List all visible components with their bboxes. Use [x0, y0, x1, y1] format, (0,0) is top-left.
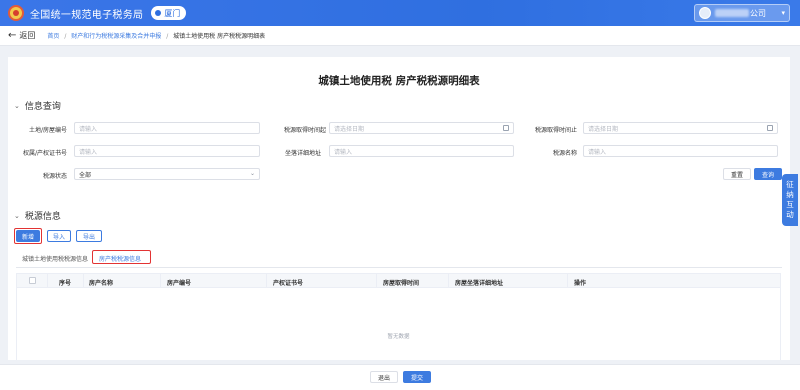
acquire-end-label: 税源取得时间止: [534, 127, 577, 134]
sources-section-header[interactable]: ⌄ 税源信息: [14, 209, 61, 223]
col-acquire-time: 房屋取得时间: [383, 280, 420, 287]
source-name-input[interactable]: 请输入: [583, 145, 778, 157]
col-property-no: 房产编号: [167, 280, 192, 287]
float-label: 征纳互动: [786, 180, 794, 219]
submit-button[interactable]: 提交: [403, 371, 431, 383]
property-source-table: 序号 房产名称 房产编号 产权证书号 房屋取得时间 房屋坐落详细地址 操作 暂无…: [16, 273, 781, 360]
sources-section-title: 税源信息: [24, 212, 61, 222]
avatar: [699, 7, 711, 19]
top-bar: 全国统一规范电子税务局 厦门 公司 ▾: [0, 0, 800, 26]
city-switcher[interactable]: 厦门: [151, 6, 187, 20]
query-section-title: 信息查询: [24, 102, 61, 112]
col-property-name: 房产名称: [89, 280, 114, 287]
empty-state-text: 暂无数据: [387, 334, 410, 340]
breadcrumb-separator: /: [166, 33, 169, 40]
chevron-down-icon: ⌄: [14, 211, 20, 220]
col-address: 房屋坐落详细地址: [455, 280, 504, 287]
breadcrumb-collection[interactable]: 财产和行为税税源采集及合并申报: [71, 33, 161, 40]
land-no-label: 土地/房屋编号: [28, 127, 67, 134]
tab-property-tax[interactable]: 房产税税源信息: [99, 254, 141, 263]
chevron-down-icon: ⌄: [249, 170, 255, 177]
back-button[interactable]: ← 返回: [8, 30, 35, 41]
acquire-start-date-picker[interactable]: 请选择日期: [329, 122, 514, 134]
breadcrumb-current: 城镇土地使用税 房产税税源明细表: [173, 33, 266, 40]
city-name: 厦门: [164, 8, 181, 18]
add-button[interactable]: 新增: [16, 230, 40, 242]
col-index: 序号: [59, 280, 72, 287]
cert-no-label: 权属/产权证书号: [22, 150, 67, 157]
interaction-float-button[interactable]: 征纳互动: [782, 174, 798, 226]
exit-button[interactable]: 退出: [370, 371, 398, 383]
import-button[interactable]: 导入: [47, 230, 71, 242]
page-title: 城镇土地使用税 房产税税源明细表: [318, 75, 480, 87]
land-no-input[interactable]: 请输入: [74, 122, 260, 134]
status-select[interactable]: 全部 ⌄: [74, 168, 260, 180]
cert-no-input[interactable]: 请输入: [74, 145, 260, 157]
col-actions: 操作: [574, 280, 587, 287]
acquire-end-date-picker[interactable]: 请选择日期: [583, 122, 778, 134]
chevron-down-icon: ▾: [781, 9, 785, 17]
export-button[interactable]: 导出: [76, 230, 102, 242]
table-header: 序号 房产名称 房产编号 产权证书号 房屋取得时间 房屋坐落详细地址 操作: [17, 274, 780, 288]
search-button[interactable]: 查询: [754, 168, 782, 180]
main-panel: 城镇土地使用税 房产税税源明细表 ⌄ 信息查询 土地/房屋编号 请输入 税源取得…: [8, 57, 790, 360]
reset-button[interactable]: 重置: [723, 168, 751, 180]
calendar-icon: [503, 125, 509, 131]
breadcrumb-bar: ← 返回 首页 / 财产和行为税税源采集及合并申报 / 城镇土地使用税 房产税税…: [0, 26, 800, 46]
acquire-start-label: 税源取得时间起: [283, 127, 326, 134]
user-menu[interactable]: 公司 ▾: [694, 4, 790, 22]
tab-land-use-tax[interactable]: 城镇土地使用税税源信息: [22, 254, 88, 263]
address-label: 坐落详细地址: [284, 150, 321, 157]
query-section-header[interactable]: ⌄ 信息查询: [14, 99, 61, 113]
status-label: 税源状态: [42, 173, 67, 180]
address-input[interactable]: 请输入: [329, 145, 514, 157]
tax-bureau-logo: [8, 5, 24, 21]
back-arrow-icon: ←: [8, 29, 17, 41]
back-label: 返回: [19, 31, 36, 40]
calendar-icon: [767, 125, 773, 131]
breadcrumb-home[interactable]: 首页: [47, 33, 59, 40]
breadcrumb: 首页 / 财产和行为税税源采集及合并申报 / 城镇土地使用税 房产税税源明细表: [47, 31, 265, 40]
app-title: 全国统一规范电子税务局: [30, 9, 144, 21]
source-name-label: 税源名称: [552, 150, 577, 157]
breadcrumb-separator: /: [64, 33, 67, 40]
select-all-checkbox[interactable]: [29, 277, 36, 284]
col-cert-no: 产权证书号: [273, 280, 304, 287]
chevron-down-icon: ⌄: [14, 101, 20, 110]
bottom-action-bar: 退出 提交: [0, 364, 800, 390]
location-pin-icon: [155, 10, 162, 16]
tabs-divider: [16, 267, 782, 268]
user-company-name: 公司: [715, 8, 766, 19]
